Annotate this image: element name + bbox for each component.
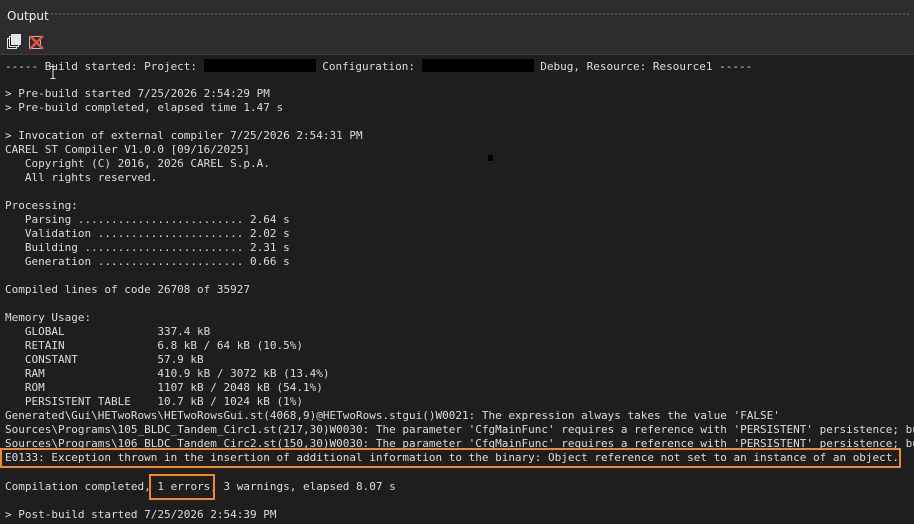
output-line: Copyright (C) 2016, 2026 CAREL S.p.A. <box>5 157 270 170</box>
output-line: CONSTANT 57.9 kB <box>5 353 204 366</box>
clear-icon <box>29 35 44 50</box>
output-line: Generation ...................... 0.66 s <box>5 255 290 268</box>
output-line: Memory Usage: <box>5 311 92 324</box>
header-config: Configuration: <box>315 60 422 73</box>
output-line: PERSISTENT TABLE 10.7 kB / 1024 kB (1%) <box>5 395 304 408</box>
title-grip[interactable] <box>50 12 910 17</box>
redacted-project <box>203 59 316 72</box>
output-line: GLOBAL 337.4 kB <box>5 325 211 338</box>
output-line: All rights reserved. <box>5 171 158 184</box>
output-text-area[interactable]: ----- Build started: Project: Configurat… <box>0 54 914 524</box>
output-line: RAM 410.9 kB / 3072 kB (13.4%) <box>5 367 330 380</box>
output-line: > Post-build started 7/25/2026 2:54:39 P… <box>5 508 277 521</box>
output-line: Parsing ......................... 2.64 s <box>5 213 290 226</box>
redacted-configuration <box>421 59 534 72</box>
header-end: Debug, Resource: Resource1 ----- <box>533 60 753 73</box>
warning-line: Sources\Programs\106_BLDC_Tandem_Circ2.s… <box>5 437 914 450</box>
copy-icon <box>7 34 21 49</box>
output-titlebar[interactable]: Output <box>0 0 914 28</box>
output-line: > Pre-build completed, elapsed time 1.47… <box>5 101 284 114</box>
compilation-summary-line: Compilation completed, 1 errors, 3 warni… <box>5 480 396 494</box>
copy-button[interactable] <box>5 33 23 51</box>
redacted-mark <box>488 155 493 161</box>
output-line: CAREL ST Compiler V1.0.0 [09/16/2025] <box>5 143 251 156</box>
output-line: Compiled lines of code 26708 of 35927 <box>5 283 251 296</box>
output-toolbar <box>0 28 914 54</box>
build-header-line: ----- Build started: Project: Configurat… <box>5 59 752 74</box>
output-line: Processing: <box>5 199 78 212</box>
output-line: Validation ...................... 2.02 s <box>5 227 290 240</box>
error-count: 1 errors, <box>157 480 217 493</box>
panel-title: Output <box>7 9 49 23</box>
header-start: ----- Build started: Project: <box>5 60 204 73</box>
output-panel: Output ----- Build started: Project: Con… <box>0 0 914 524</box>
warning-line: Sources\Programs\105_BLDC_Tandem_Circ1.s… <box>5 423 914 436</box>
output-line: ROM 1107 kB / 2048 kB (54.1%) <box>5 381 323 394</box>
output-line: > Invocation of external compiler 7/25/2… <box>5 129 363 142</box>
warning-line: Generated\Gui\HETwoRows\HETwoRowsGui.st(… <box>5 409 780 422</box>
summary-end: 3 warnings, elapsed 8.07 s <box>216 480 396 493</box>
summary-start: Compilation completed, <box>5 480 158 493</box>
output-line: Building ........................ 2.31 s <box>5 241 290 254</box>
error-line: E0133: Exception thrown in the insertion… <box>5 451 900 464</box>
text-cursor-icon <box>50 66 56 79</box>
output-line: RETAIN 6.8 kB / 64 kB (10.5%) <box>5 339 304 352</box>
output-line: > Pre-build started 7/25/2026 2:54:29 PM <box>5 87 270 100</box>
clear-button[interactable] <box>27 33 45 51</box>
